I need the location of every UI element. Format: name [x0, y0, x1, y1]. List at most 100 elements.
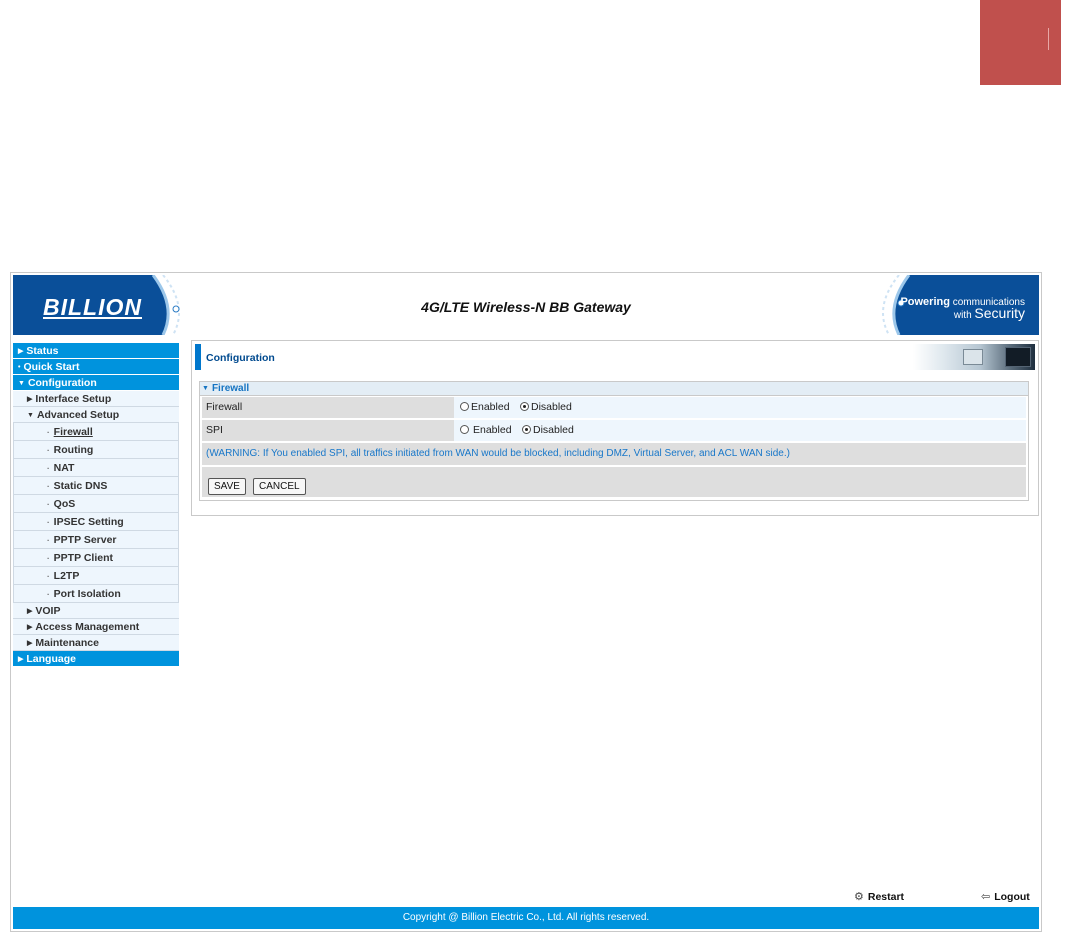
banner-monitor: [1005, 347, 1031, 367]
sidebar-item-label: QoS: [53, 498, 76, 510]
title-accent-bar: [195, 344, 201, 370]
sidebar-item-access-management[interactable]: ▶ Access Management: [13, 619, 179, 635]
sidebar-item-label: Maintenance: [35, 637, 99, 649]
logout-button[interactable]: ⇦ Logout: [981, 890, 1030, 903]
caret-right-icon: ▶: [27, 396, 33, 403]
sidebar-item-interface-setup[interactable]: ▶ Interface Setup: [13, 391, 179, 407]
bullet-icon: ·: [47, 590, 50, 599]
corner-tick: [1048, 28, 1049, 50]
sidebar-item-maintenance[interactable]: ▶ Maintenance: [13, 635, 179, 651]
spi-label: SPI: [206, 424, 223, 436]
sidebar-item-ipsec-setting[interactable]: · IPSEC Setting: [13, 513, 179, 531]
router-admin-frame: BILLION 4G/LTE Wireless-N BB Gateway Pow…: [10, 272, 1042, 932]
banner-monitor: [963, 349, 983, 365]
bullet-icon: ·: [47, 536, 50, 545]
firewall-disabled-radio[interactable]: [520, 402, 529, 411]
button-row: SAVE CANCEL: [202, 467, 1026, 497]
sidebar-item-label: PPTP Client: [53, 552, 113, 564]
sidebar-item-label: Configuration: [27, 377, 97, 389]
sidebar-item-advanced-setup[interactable]: ▼ Advanced Setup: [13, 407, 179, 423]
panel-header: ▼ Firewall: [200, 382, 1028, 396]
sidebar-item-routing[interactable]: · Routing: [13, 441, 179, 459]
sidebar-item-label: Access Management: [35, 621, 140, 633]
radio-label: Disabled: [531, 401, 572, 413]
logout-label: Logout: [994, 891, 1030, 903]
sidebar-item-label: IPSEC Setting: [53, 516, 124, 528]
bullet-icon: ·: [47, 464, 50, 473]
save-button[interactable]: SAVE: [208, 478, 246, 495]
spi-warning-text: (WARNING: If You enabled SPI, all traffi…: [206, 448, 790, 459]
sidebar-item-label: NAT: [53, 462, 75, 474]
sidebar-item-label: Advanced Setup: [36, 409, 120, 421]
caret-down-icon: ▼: [27, 412, 34, 419]
bullet-icon: ·: [47, 428, 50, 437]
warning-row: (WARNING: If You enabled SPI, all traffi…: [202, 443, 1026, 465]
sidebar-item-label: Interface Setup: [35, 393, 112, 405]
sidebar-item-configuration[interactable]: ▼ Configuration: [13, 375, 179, 391]
spi-enabled-radio[interactable]: [460, 425, 469, 434]
spi-row: SPI Enabled Disabled: [202, 420, 1026, 441]
sidebar-item-voip[interactable]: ▶ VOIP: [13, 603, 179, 619]
sidebar-item-label: Quick Start: [23, 361, 80, 373]
caret-down-icon: ▼: [202, 385, 209, 392]
firewall-panel: ▼ Firewall Firewall Enabled Disabled SPI …: [199, 381, 1029, 501]
bullet-icon: ·: [47, 482, 50, 491]
page-title: Configuration: [206, 352, 275, 364]
caret-right-icon: ▶: [27, 608, 33, 615]
radio-label: Enabled: [471, 401, 510, 413]
bullet-icon: ·: [47, 572, 50, 581]
sidebar-item-label: PPTP Server: [53, 534, 117, 546]
logout-icon: ⇦: [981, 891, 991, 903]
restart-label: Restart: [867, 891, 905, 903]
sidebar-item-label: L2TP: [53, 570, 80, 582]
section-title-bar: Configuration: [195, 344, 1035, 370]
radio-label: Enabled: [473, 424, 512, 436]
sidebar-item-label: Static DNS: [53, 480, 108, 492]
corner-decoration: [980, 0, 1061, 85]
powering-tagline: Powering communications with Security: [900, 296, 1025, 322]
caret-right-icon: ▶: [27, 624, 33, 631]
sidebar-item-label: VOIP: [35, 605, 61, 617]
caret-right-icon: ▶: [18, 348, 24, 355]
cancel-button[interactable]: CANCEL: [253, 478, 306, 495]
tagline-with: with: [953, 310, 972, 321]
sidebar-item-label: Language: [26, 653, 76, 665]
caret-down-icon: ▼: [18, 380, 25, 387]
panel-title: Firewall: [211, 383, 250, 394]
firewall-options: Enabled Disabled: [454, 397, 1026, 418]
sidebar-item-status[interactable]: ▶ Status: [13, 343, 179, 359]
restart-icon: ⚙: [854, 891, 864, 903]
bullet-icon: ·: [47, 554, 50, 563]
bullet-icon: •: [18, 364, 21, 371]
sidebar-item-label: Port Isolation: [53, 588, 121, 600]
copyright-text: Copyright @ Billion Electric Co., Ltd. A…: [402, 912, 650, 923]
sidebar-item-pptp-server[interactable]: · PPTP Server: [13, 531, 179, 549]
sidebar-item-label: Firewall: [53, 426, 93, 438]
sidebar-item-l2tp[interactable]: · L2TP: [13, 567, 179, 585]
sidebar-menu: ▶ Status • Quick Start ▼ Configuration ▶ Int…: [13, 343, 179, 667]
caret-right-icon: ▶: [18, 656, 24, 663]
spi-disabled-radio[interactable]: [522, 425, 531, 434]
sidebar-item-qos[interactable]: · QoS: [13, 495, 179, 513]
copyright-footer: Copyright @ Billion Electric Co., Ltd. A…: [13, 907, 1039, 929]
tagline-powering: Powering: [900, 296, 950, 308]
bullet-icon: ·: [47, 518, 50, 527]
firewall-enabled-radio[interactable]: [460, 402, 469, 411]
spi-options: Enabled Disabled: [454, 420, 1026, 441]
sidebar-item-static-dns[interactable]: · Static DNS: [13, 477, 179, 495]
firewall-label: Firewall: [206, 401, 243, 413]
sidebar-item-language[interactable]: ▶ Language: [13, 651, 179, 667]
sidebar-item-port-isolation[interactable]: · Port Isolation: [13, 585, 179, 603]
sidebar-item-pptp-client[interactable]: · PPTP Client: [13, 549, 179, 567]
radio-label: Disabled: [533, 424, 574, 436]
page-header: BILLION 4G/LTE Wireless-N BB Gateway Pow…: [13, 275, 1039, 335]
sidebar-item-quick-start[interactable]: • Quick Start: [13, 359, 179, 375]
bullet-icon: ·: [47, 446, 50, 455]
main-content: Configuration ▼ Firewall Firewall Enabled…: [191, 340, 1039, 516]
caret-right-icon: ▶: [27, 640, 33, 647]
bullet-icon: ·: [47, 500, 50, 509]
sidebar-item-nat[interactable]: · NAT: [13, 459, 179, 477]
office-banner-image: [913, 344, 1035, 370]
sidebar-item-firewall[interactable]: · Firewall: [13, 423, 179, 441]
restart-button[interactable]: ⚙ Restart: [854, 890, 904, 903]
